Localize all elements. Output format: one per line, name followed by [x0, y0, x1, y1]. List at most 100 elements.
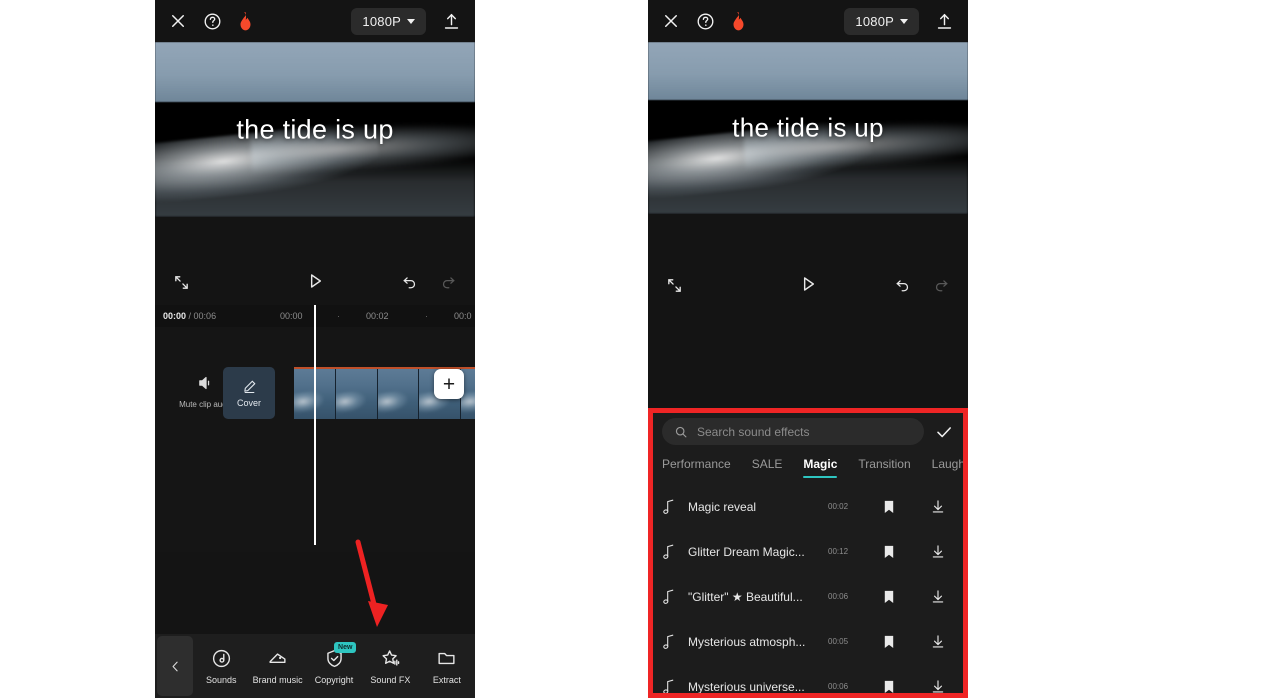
phone-panel-after: 1080P the tide is up Search sound effect…	[648, 0, 968, 698]
resolution-selector[interactable]: 1080P	[351, 7, 426, 35]
bookmark-icon[interactable]	[882, 633, 896, 650]
list-item[interactable]: Mysterious atmosph... 00:05	[648, 619, 968, 664]
bookmark-icon[interactable]	[882, 498, 896, 515]
caption-overlay[interactable]: the tide is up	[648, 113, 968, 144]
flame-icon[interactable]	[238, 11, 253, 31]
resolution-selector[interactable]: 1080P	[844, 7, 919, 35]
sound-title: Glitter Dream Magic...	[688, 544, 805, 559]
toolbar-label: Brand music	[252, 674, 303, 685]
chevron-down-icon	[900, 18, 908, 24]
cover-button[interactable]: Cover	[223, 367, 275, 419]
tab-magic[interactable]: Magic	[803, 457, 838, 480]
undo-icon[interactable]	[401, 274, 418, 291]
screenshot-stage: 1080P the tide is up 00:00 / 00:06 00:00…	[0, 0, 1280, 698]
play-icon[interactable]	[798, 274, 818, 294]
upload-icon[interactable]	[442, 12, 461, 31]
video-preview[interactable]: the tide is up	[155, 42, 475, 217]
redo-icon[interactable]	[440, 274, 457, 291]
toolbar-item-copyright[interactable]: New Copyright	[306, 641, 362, 685]
bookmark-icon[interactable]	[882, 588, 896, 605]
list-item[interactable]: Glitter Dream Magic... 00:12	[648, 529, 968, 574]
bookmark-icon[interactable]	[882, 543, 896, 560]
foam-layer	[155, 157, 475, 217]
search-row: Search sound effects	[648, 408, 968, 453]
fullscreen-icon[interactable]	[173, 274, 190, 291]
music-note-icon	[662, 499, 676, 515]
timeline-track-area[interactable]: Mute clip audio Cover +	[155, 305, 475, 552]
star-wave-icon	[380, 648, 401, 669]
tab-sale[interactable]: SALE	[752, 457, 783, 480]
search-icon	[674, 425, 688, 439]
fullscreen-icon[interactable]	[666, 277, 683, 294]
download-icon[interactable]	[930, 543, 946, 560]
ruler-mark-2: 00:0	[454, 311, 472, 321]
video-preview[interactable]: the tide is up	[648, 42, 968, 214]
transport-controls	[648, 214, 968, 308]
chevron-down-icon	[407, 18, 415, 24]
top-bar: 1080P	[155, 0, 475, 42]
transport-controls	[155, 217, 475, 305]
ruler-mark-1: 00:02	[366, 311, 389, 321]
playhead[interactable]	[314, 305, 316, 545]
help-icon[interactable]	[203, 12, 222, 31]
sound-title: Magic reveal	[688, 499, 757, 514]
tab-performance[interactable]: Performance	[662, 457, 731, 480]
time-separator: /	[186, 311, 194, 321]
resolution-label: 1080P	[855, 13, 894, 29]
total-time: 00:06	[193, 311, 217, 321]
toolbar-back-button[interactable]	[157, 636, 193, 696]
sound-duration: 00:06	[828, 682, 849, 691]
close-icon[interactable]	[662, 12, 680, 30]
download-icon[interactable]	[930, 588, 946, 605]
ruler-tick: ·	[425, 311, 428, 321]
toolbar-label: Sounds	[205, 674, 237, 685]
download-icon[interactable]	[930, 633, 946, 650]
list-item[interactable]: Mysterious universe... 00:06	[648, 664, 968, 698]
toolbar-label: Sound FX	[370, 674, 411, 685]
bookmark-icon[interactable]	[882, 678, 896, 695]
redo-icon[interactable]	[933, 277, 950, 294]
music-note-icon	[662, 634, 676, 650]
tab-transition[interactable]: Transition	[858, 457, 910, 480]
brand-music-icon	[267, 648, 288, 669]
sound-duration: 00:02	[828, 502, 849, 511]
list-item[interactable]: Magic reveal 00:02	[648, 484, 968, 529]
check-icon[interactable]	[934, 422, 954, 442]
folder-icon	[436, 648, 457, 669]
close-icon[interactable]	[169, 12, 187, 30]
toolbar-label: Copyright	[314, 674, 354, 685]
download-icon[interactable]	[930, 498, 946, 515]
toolbar-item-sounds[interactable]: Sounds	[193, 648, 249, 685]
sound-duration: 00:06	[828, 592, 849, 601]
caption-overlay[interactable]: the tide is up	[155, 114, 475, 145]
bottom-toolbar: Sounds Brand music New Copyright Sound F…	[155, 634, 475, 698]
search-placeholder: Search sound effects	[697, 424, 810, 439]
flame-icon[interactable]	[731, 11, 746, 31]
toolbar-item-extract[interactable]: Extract	[419, 648, 475, 685]
search-input[interactable]: Search sound effects	[662, 418, 924, 445]
top-bar: 1080P	[648, 0, 968, 42]
sound-effects-list: Magic reveal 00:02 Glitter Dream Magic..…	[648, 484, 968, 698]
add-clip-button[interactable]: +	[434, 369, 464, 399]
ruler-tick: ·	[337, 311, 340, 321]
music-disc-icon	[211, 648, 232, 669]
pencil-icon	[242, 379, 257, 394]
sound-duration: 00:12	[828, 547, 849, 556]
toolbar-item-brand-music[interactable]: Brand music	[249, 648, 305, 685]
download-icon[interactable]	[930, 678, 946, 695]
tab-laugh[interactable]: Laugh	[932, 457, 965, 480]
undo-icon[interactable]	[894, 277, 911, 294]
music-note-icon	[662, 589, 676, 605]
resolution-label: 1080P	[362, 13, 401, 29]
list-item[interactable]: "Glitter" ★ Beautiful... 00:06	[648, 574, 968, 619]
sound-title: Mysterious universe...	[688, 679, 805, 694]
category-tabs: Performance SALE Magic Transition Laugh	[648, 453, 968, 480]
timecode: 00:00 / 00:06	[163, 311, 216, 321]
clip-thumbnail	[377, 369, 420, 419]
sky-horizon	[155, 42, 475, 102]
toolbar-item-sound-fx[interactable]: Sound FX	[362, 648, 418, 685]
clip-thumbnail	[335, 369, 378, 419]
upload-icon[interactable]	[935, 12, 954, 31]
play-icon[interactable]	[305, 271, 325, 291]
help-icon[interactable]	[696, 12, 715, 31]
